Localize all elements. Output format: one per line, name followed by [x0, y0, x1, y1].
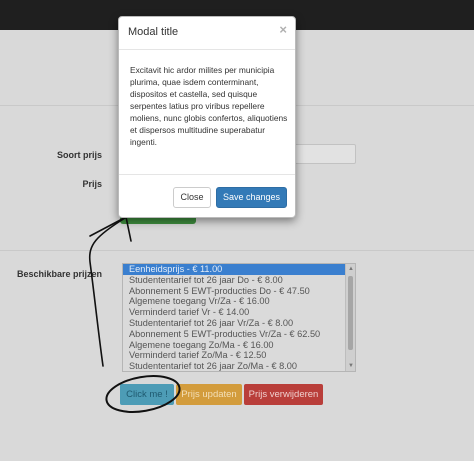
modal-dialog: Modal title × Excitavit hic ardor milite…: [118, 16, 296, 218]
price-option[interactable]: Studententarief tot 26 jaar Do - € 8.00: [123, 275, 355, 286]
click-me-button[interactable]: Click me !: [120, 384, 174, 405]
price-option[interactable]: Algemene toegang Zo/Ma - € 16.00: [123, 340, 355, 351]
modal-header-divider: [119, 49, 295, 50]
price-option[interactable]: Eenheidsprijs - € 11.00: [123, 264, 355, 275]
price-option[interactable]: Verminderd tarief Vr - € 14.00: [123, 307, 355, 318]
soort-prijs-label: Soort prijs: [56, 150, 102, 160]
modal-footer-divider: [119, 174, 295, 175]
modal-body-text: Excitavit hic ardor milites per municipi…: [130, 65, 288, 147]
scrollbar-thumb[interactable]: [348, 276, 353, 350]
prices-listbox[interactable]: Eenheidsprijs - € 11.00 Studententarief …: [122, 263, 356, 372]
price-option[interactable]: Verminderd tarief Zo/Ma - € 12.50: [123, 350, 355, 361]
listbox-scrollbar[interactable]: ▲ ▼: [345, 264, 355, 371]
save-changes-button[interactable]: Save changes: [216, 187, 287, 208]
close-icon[interactable]: ×: [279, 22, 287, 37]
scroll-up-icon[interactable]: ▲: [347, 265, 355, 273]
price-option[interactable]: Algemene toegang Vr/Za - € 16.00: [123, 296, 355, 307]
modal-title: Modal title: [128, 26, 179, 38]
update-price-button[interactable]: Prijs updaten: [176, 384, 242, 405]
price-option[interactable]: Studententarief tot 26 jaar Vr/Za - € 8.…: [123, 318, 355, 329]
soort-prijs-select[interactable]: [290, 144, 356, 164]
prijs-label: Prijs: [82, 179, 102, 189]
close-button[interactable]: Close: [173, 187, 211, 208]
price-option[interactable]: Abonnement 5 EWT-producties Vr/Za - € 62…: [123, 329, 355, 340]
divider: [0, 250, 474, 251]
price-option[interactable]: Studententarief tot 26 jaar Zo/Ma - € 8.…: [123, 361, 355, 371]
delete-price-button[interactable]: Prijs verwijderen: [244, 384, 323, 405]
beschikbare-prijzen-label: Beschikbare prijzen: [16, 269, 102, 279]
scroll-down-icon[interactable]: ▼: [347, 362, 355, 370]
price-option[interactable]: Abonnement 5 EWT-producties Do - € 47.50: [123, 286, 355, 297]
